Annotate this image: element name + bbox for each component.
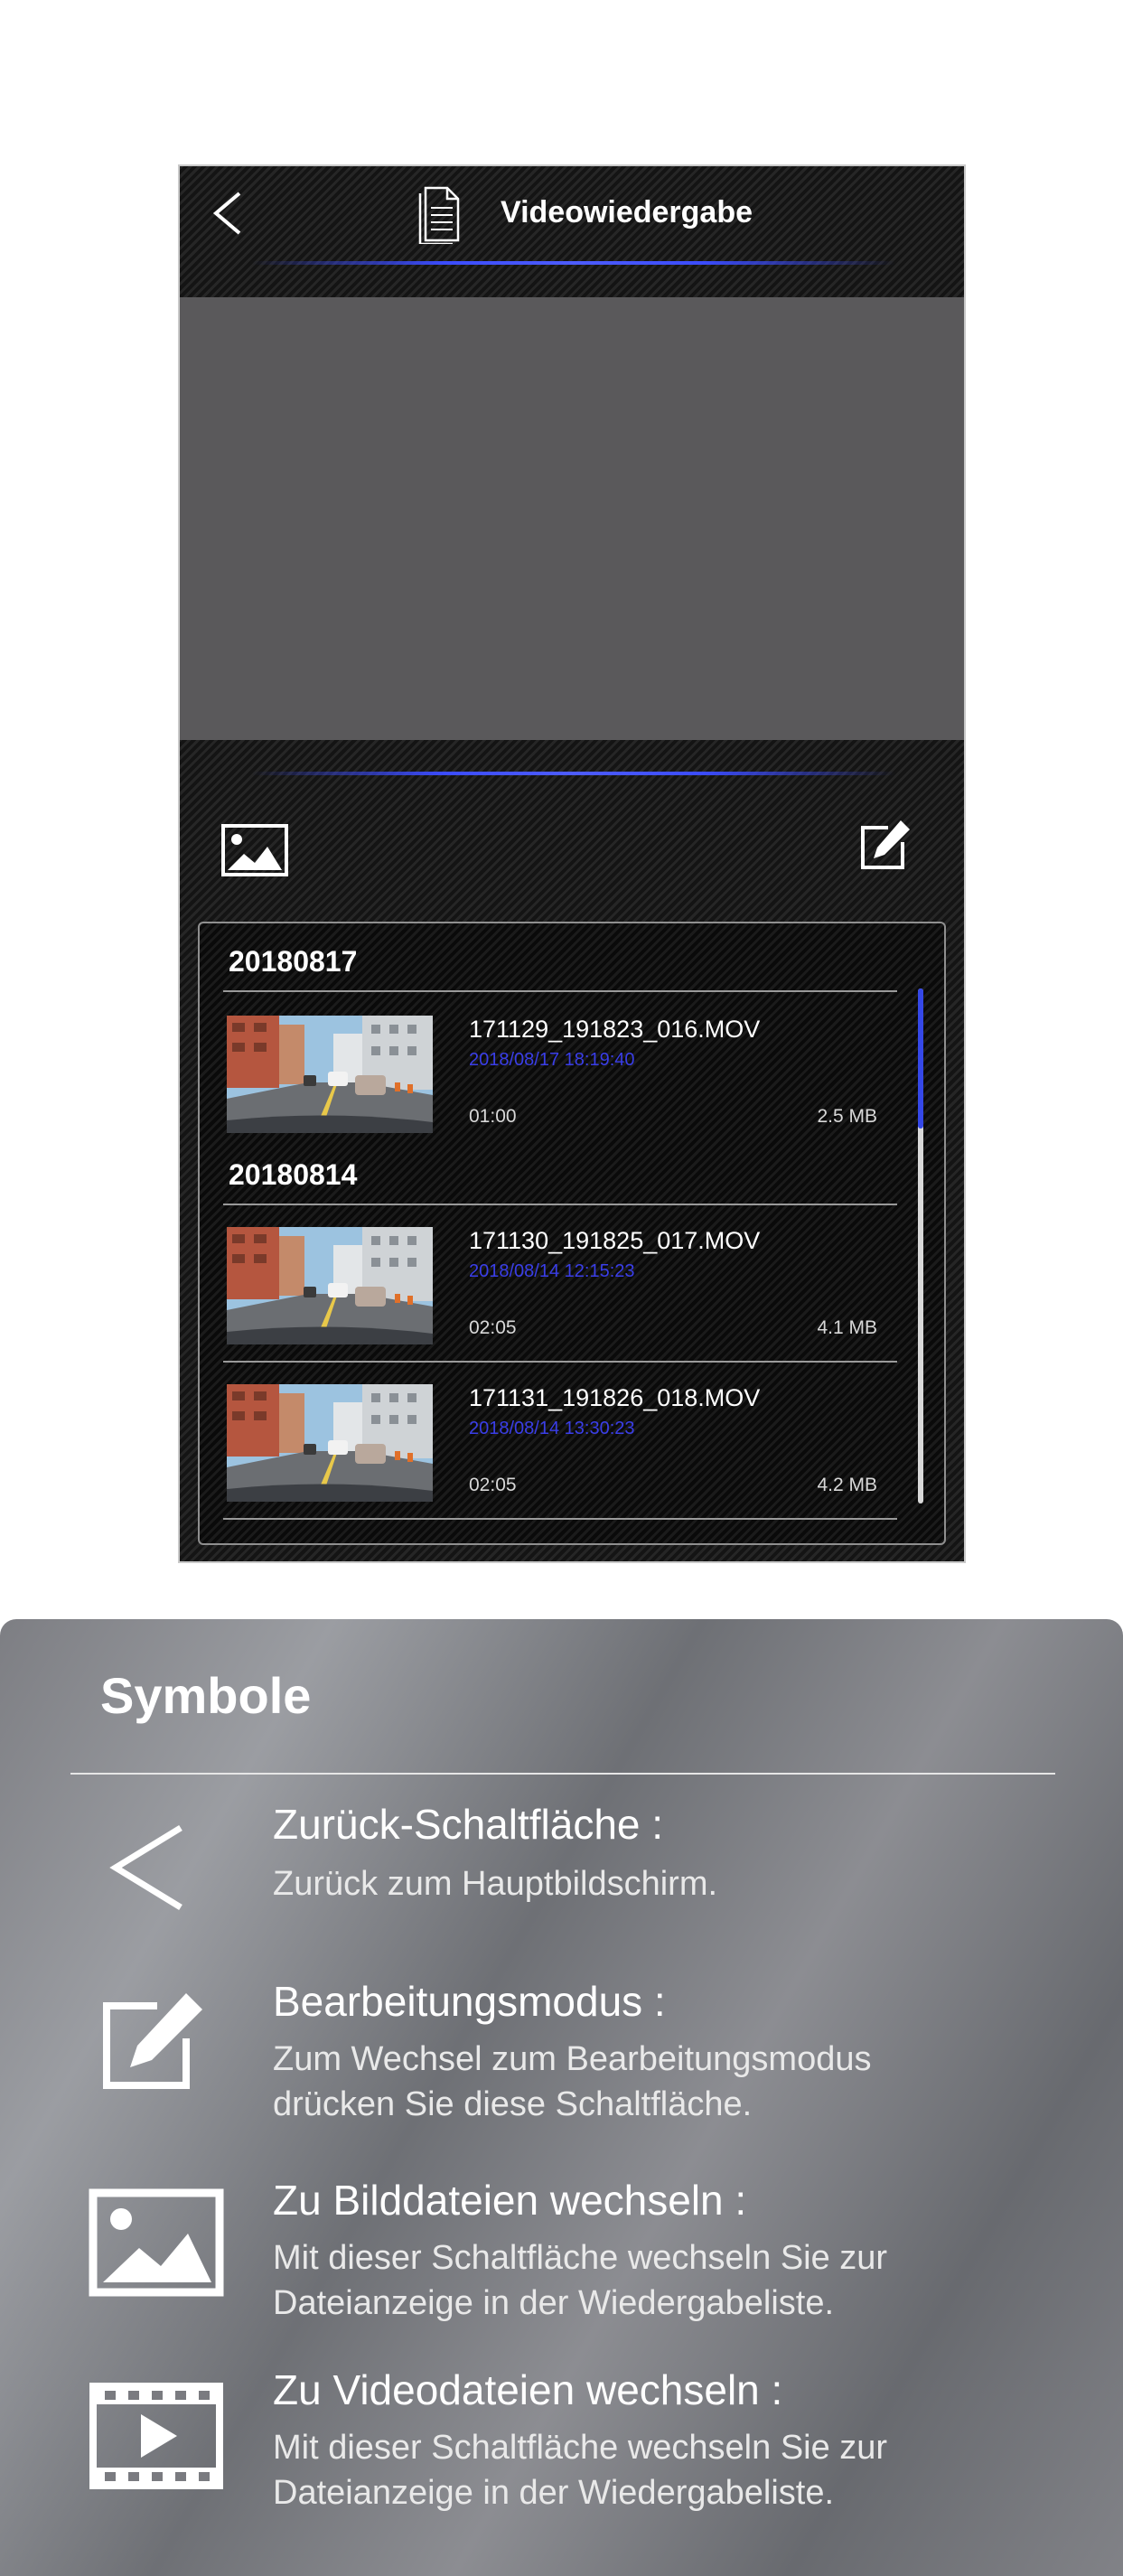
app-header: Videowiedergabe — [180, 166, 964, 297]
file-name: 171131_191826_018.MOV — [469, 1384, 761, 1411]
separator — [223, 1361, 897, 1363]
legend-description-line: drücken Sie diese Schaltfläche. — [273, 2085, 753, 2123]
legend-description-line: Dateianzeige in der Wiedergabeliste. — [273, 2284, 835, 2322]
file-size: 4.1 MB — [817, 1317, 877, 1338]
date-group-header: 20180814 — [229, 1158, 358, 1191]
legend-title: Symbole — [100, 1667, 312, 1724]
file-duration: 02:05 — [469, 1317, 517, 1338]
file-datetime: 2018/08/17 18:19:40 — [469, 1050, 635, 1070]
separator — [223, 1204, 897, 1205]
file-datetime: 2018/08/14 13:30:23 — [469, 1419, 635, 1438]
switch-to-images-button[interactable] — [220, 823, 289, 877]
date-group-header: 20180817 — [229, 945, 358, 978]
back-button[interactable] — [205, 186, 250, 240]
legend-description: Mit dieser Schaltfläche wechseln Sie zur… — [273, 2425, 1086, 2515]
legend-heading: Bearbeitungsmodus : — [273, 1978, 666, 2025]
video-player-area[interactable] — [180, 297, 964, 740]
video-icon — [89, 2383, 223, 2489]
video-thumbnail — [227, 1384, 433, 1502]
back-chevron-icon — [109, 1825, 182, 1910]
page-title: Videowiedergabe — [501, 195, 753, 229]
video-thumbnail — [227, 1016, 433, 1133]
legend-separator — [70, 1773, 1055, 1775]
scrollbar-thumb[interactable] — [918, 988, 923, 1129]
file-duration: 02:05 — [469, 1475, 517, 1495]
file-size: 4.2 MB — [817, 1475, 877, 1495]
legend-description-line: Dateianzeige in der Wiedergabeliste. — [273, 2474, 835, 2512]
separator — [223, 990, 897, 992]
edit-icon — [103, 1993, 202, 2089]
edit-mode-button[interactable] — [857, 819, 912, 873]
playlist-panel[interactable]: 20180817 171129_191823_016.MOV 2018/08/1… — [198, 922, 946, 1545]
app-screen: Videowiedergabe 20180817 171129_191823_0… — [178, 164, 966, 1563]
legend-description-line: Zum Wechsel zum Bearbeitungsmodus — [273, 2040, 872, 2078]
legend-description-line: Mit dieser Schaltfläche wechseln Sie zur — [273, 2429, 888, 2467]
legend-description: Mit dieser Schaltfläche wechseln Sie zur… — [273, 2235, 1086, 2326]
legend-description: Zum Wechsel zum Bearbeitungsmodus drücke… — [273, 2037, 1086, 2127]
legend-description-line: Zurück zum Hauptbildschirm. — [273, 1865, 718, 1903]
header-accent-line — [252, 261, 895, 265]
video-thumbnail — [227, 1227, 433, 1344]
legend-heading: Zurück-Schaltfläche : — [273, 1801, 664, 1848]
document-icon — [418, 186, 460, 244]
image-icon — [89, 2188, 224, 2297]
divider-accent-line — [252, 772, 895, 775]
legend-heading: Zu Videodateien wechseln : — [273, 2366, 783, 2413]
symbol-legend: Symbole Zurück-Schaltfläche : Zurück zum… — [0, 1619, 1123, 2576]
file-name: 171130_191825_017.MOV — [469, 1227, 761, 1254]
legend-description-line: Mit dieser Schaltfläche wechseln Sie zur — [273, 2239, 888, 2277]
legend-description: Zurück zum Hauptbildschirm. — [273, 1861, 1086, 1906]
legend-heading: Zu Bilddateien wechseln : — [273, 2177, 747, 2224]
file-datetime: 2018/08/14 12:15:23 — [469, 1261, 635, 1281]
file-duration: 01:00 — [469, 1106, 517, 1127]
file-name: 171129_191823_016.MOV — [469, 1016, 761, 1043]
file-size: 2.5 MB — [817, 1106, 877, 1127]
separator — [223, 1518, 897, 1520]
